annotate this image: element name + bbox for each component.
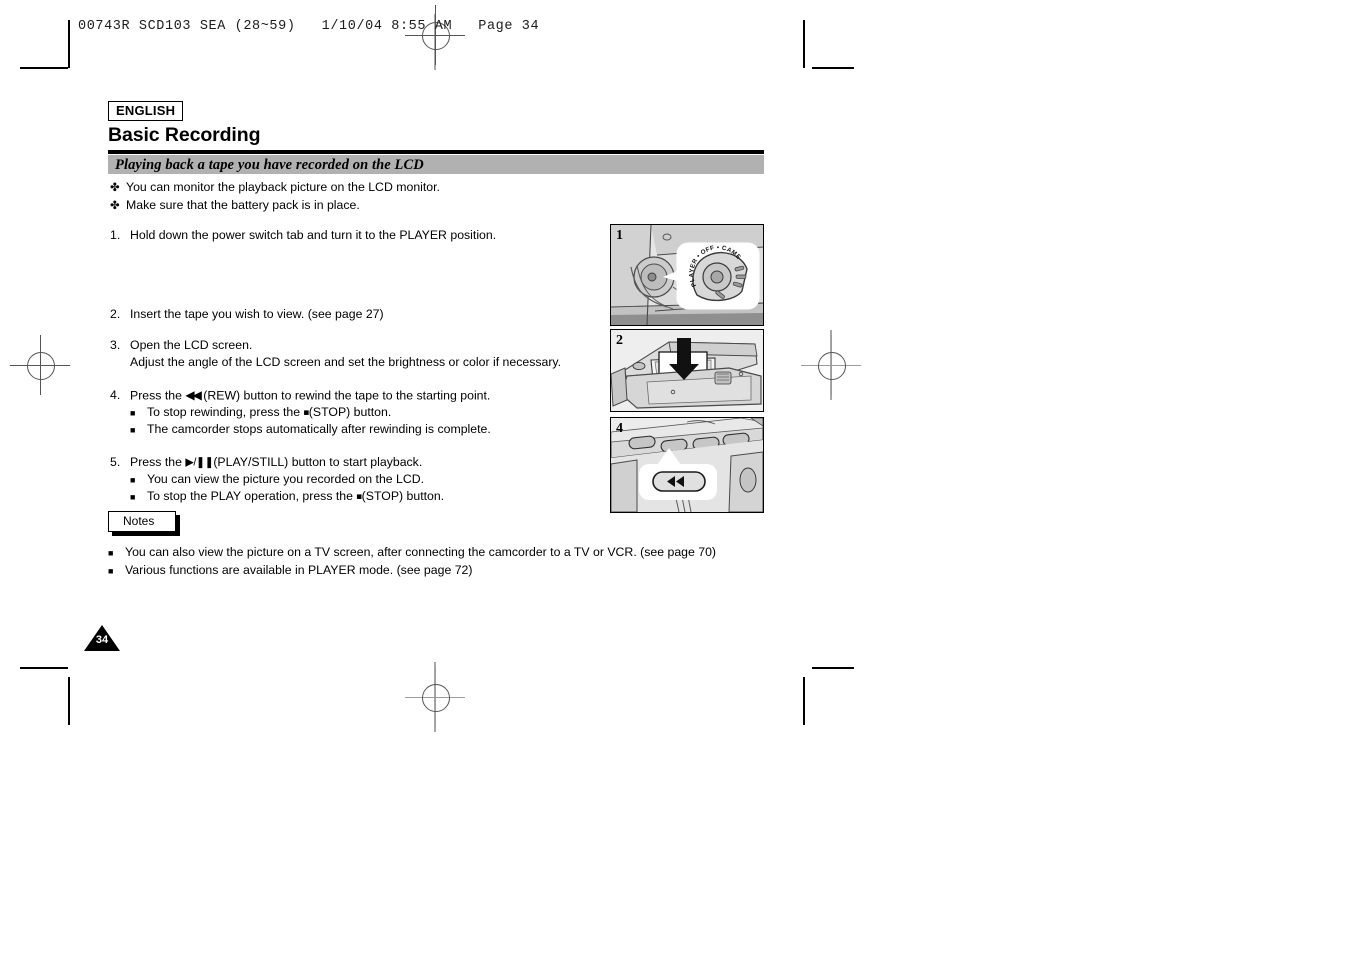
step-text-before-glyph: Press the <box>130 388 182 403</box>
sub-text-after-glyph: (STOP) button. <box>361 489 445 504</box>
page-title: Basic Recording <box>108 124 261 146</box>
procedure-step-list: 1. Hold down the power switch tab and tu… <box>110 227 600 506</box>
sub-text: The camcorder stops automatically after … <box>147 422 491 437</box>
figure-2-badge: 2 <box>616 333 623 348</box>
list-item: ■ You can view the picture you recorded … <box>130 471 600 488</box>
square-bullet-icon: ■ <box>130 407 136 418</box>
figure-1-illustration: PLAYER • OFF • CAMERA <box>611 225 763 325</box>
sub-text-before-glyph: To stop rewinding, press the <box>147 404 301 419</box>
title-rule <box>108 150 764 154</box>
square-bullet-icon: ■ <box>130 492 136 503</box>
step-text: Insert the tape you wish to view. (see p… <box>130 307 384 322</box>
sub-text: You can view the picture you recorded on… <box>147 472 425 487</box>
step-text: Hold down the power switch tab and turn … <box>130 228 497 242</box>
clover-bullet-icon: ✤ <box>110 200 120 212</box>
page-number-text: 34 <box>95 634 109 646</box>
note-text: You can also view the picture on a TV sc… <box>125 545 717 559</box>
figure-2-illustration <box>611 330 763 411</box>
list-item: ✤ You can monitor the playback picture o… <box>110 179 770 197</box>
list-item: ■ The camcorder stops automatically afte… <box>130 421 600 438</box>
list-item: ■ You can also view the picture on a TV … <box>108 544 768 562</box>
step-continuation-text: Adjust the angle of the LCD screen and s… <box>130 354 562 369</box>
figure-panel-4: 4 <box>610 417 764 513</box>
figure-1-badge: 1 <box>616 228 623 243</box>
step-number: 1. <box>110 228 121 242</box>
notes-label: Notes <box>108 511 176 532</box>
list-item: ■ To stop rewinding, press the ■(STOP) b… <box>130 404 600 422</box>
list-item: ✤ Make sure that the battery pack is in … <box>110 197 770 215</box>
square-bullet-icon: ■ <box>108 565 114 576</box>
step-text-after-glyph: (REW) button to rewind the tape to the s… <box>203 388 491 403</box>
step-number: 4. <box>110 388 121 403</box>
step-text-after-glyph: (PLAY/STILL) button to start playback. <box>213 455 423 470</box>
step-number: 2. <box>110 307 121 322</box>
step-text-before-glyph: Press the <box>130 455 182 470</box>
procedure-step-5: 5. Press the ▶/❚❚(PLAY/STILL) button to … <box>110 454 600 506</box>
page-number-badge: 34 <box>84 625 120 651</box>
play-still-icon: ▶/❚❚ <box>185 456 214 469</box>
notes-list: ■ You can also view the picture on a TV … <box>108 544 768 579</box>
manual-page: ENGLISH Basic Recording Playing back a t… <box>0 0 1351 954</box>
step-number: 3. <box>110 338 121 353</box>
figure-panel-1: PLAYER • OFF • CAMERA 1 <box>610 224 764 326</box>
rewind-icon: ◀◀ <box>185 387 202 402</box>
square-bullet-icon: ■ <box>130 475 136 486</box>
intro-line-text: Make sure that the battery pack is in pl… <box>126 198 360 212</box>
notes-block: Notes ■ You can also view the picture on… <box>108 511 768 579</box>
section-heading-text: Playing back a tape you have recorded on… <box>115 157 424 173</box>
figure-panel-2: 2 <box>610 329 764 412</box>
square-bullet-icon: ■ <box>130 425 136 436</box>
language-badge: ENGLISH <box>108 101 184 121</box>
square-bullet-icon: ■ <box>108 548 114 558</box>
step-text: Open the LCD screen. <box>130 338 253 353</box>
procedure-step-2: 2. Insert the tape you wish to view. (se… <box>110 306 600 322</box>
clover-bullet-icon: ✤ <box>110 182 120 194</box>
note-text: Various functions are available in PLAYE… <box>125 562 473 577</box>
procedure-step-4: 4. Press the ◀◀ (REW) button to rewind t… <box>110 387 600 439</box>
section-heading-bar: Playing back a tape you have recorded on… <box>108 155 764 174</box>
sub-text-before-glyph: To stop the PLAY operation, press the <box>147 489 353 504</box>
procedure-step-1: 1. Hold down the power switch tab and tu… <box>110 227 600 243</box>
figure-4-illustration <box>611 418 763 512</box>
figure-4-badge: 4 <box>616 421 623 436</box>
procedure-step-3: 3. Open the LCD screen. Adjust the angle… <box>110 337 600 369</box>
intro-bullet-list: ✤ You can monitor the playback picture o… <box>110 179 770 215</box>
step-number: 5. <box>110 455 121 470</box>
intro-line-text: You can monitor the playback picture on … <box>126 180 440 194</box>
sub-text-after-glyph: (STOP) button. <box>308 404 392 419</box>
list-item: ■ To stop the PLAY operation, press the … <box>130 488 600 506</box>
list-item: ■ Various functions are available in PLA… <box>108 562 768 580</box>
